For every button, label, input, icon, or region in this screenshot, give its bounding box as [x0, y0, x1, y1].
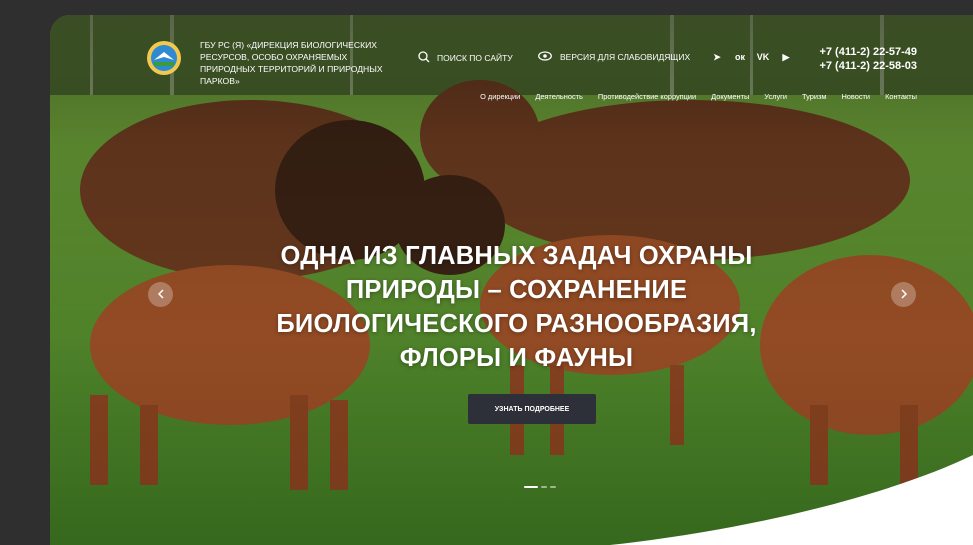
- search-label: Поиск по сайту: [437, 53, 513, 63]
- nav-item-contacts[interactable]: Контакты: [878, 92, 917, 101]
- search-button[interactable]: Поиск по сайту: [418, 51, 513, 65]
- telegram-icon[interactable]: ➤: [710, 50, 724, 64]
- chevron-right-icon: [900, 286, 908, 304]
- nav-item-about[interactable]: О дирекции: [473, 92, 528, 101]
- nav-item-activity[interactable]: Деятельность: [528, 92, 591, 101]
- social-links: ➤ ок VK ▶: [710, 50, 793, 64]
- slider-prev-button[interactable]: [148, 282, 173, 307]
- nav-item-news[interactable]: Новости: [834, 92, 878, 101]
- bottom-wave-decoration: [610, 455, 973, 545]
- hero-headline-line: флоры и фауны: [399, 344, 634, 372]
- low-vision-label: Версия для слабовидящих: [560, 52, 691, 62]
- phone-link-2[interactable]: +7 (411-2) 22-58-03: [814, 59, 917, 73]
- eye-icon: [538, 51, 552, 63]
- phone-numbers: +7 (411-2) 22-57-49 +7 (411-2) 22-58-03: [814, 45, 917, 73]
- youtube-icon[interactable]: ▶: [779, 50, 793, 64]
- nav-item-documents[interactable]: Документы: [704, 92, 757, 101]
- search-icon: [418, 51, 430, 65]
- nav-item-anticorruption[interactable]: Противодействие коррупции: [590, 92, 703, 101]
- logo-icon[interactable]: [146, 40, 182, 76]
- odnoklassniki-icon[interactable]: ок: [733, 50, 747, 64]
- hero-headline-line: биологического разнообразия,: [276, 310, 757, 338]
- organization-name: ГБУ РС (Я) «Дирекция биологических ресур…: [200, 40, 383, 86]
- hero-headline: Одна из главных задач охраны природы – с…: [250, 239, 783, 375]
- chevron-left-icon: [157, 286, 165, 304]
- slider-next-button[interactable]: [891, 282, 916, 307]
- learn-more-button[interactable]: Узнать подробнее: [468, 394, 596, 424]
- nav-item-tourism[interactable]: Туризм: [795, 92, 834, 101]
- phone-link-1[interactable]: +7 (411-2) 22-57-49: [814, 45, 917, 59]
- main-nav: О дирекции Деятельность Противодействие …: [473, 92, 917, 101]
- low-vision-button[interactable]: Версия для слабовидящих: [538, 51, 690, 63]
- vk-icon[interactable]: VK: [756, 50, 770, 64]
- hero-headline-line: природы – сохранение: [345, 276, 688, 304]
- nav-item-services[interactable]: Услуги: [757, 92, 795, 101]
- hero-headline-line: Одна из главных задач охраны: [280, 242, 753, 270]
